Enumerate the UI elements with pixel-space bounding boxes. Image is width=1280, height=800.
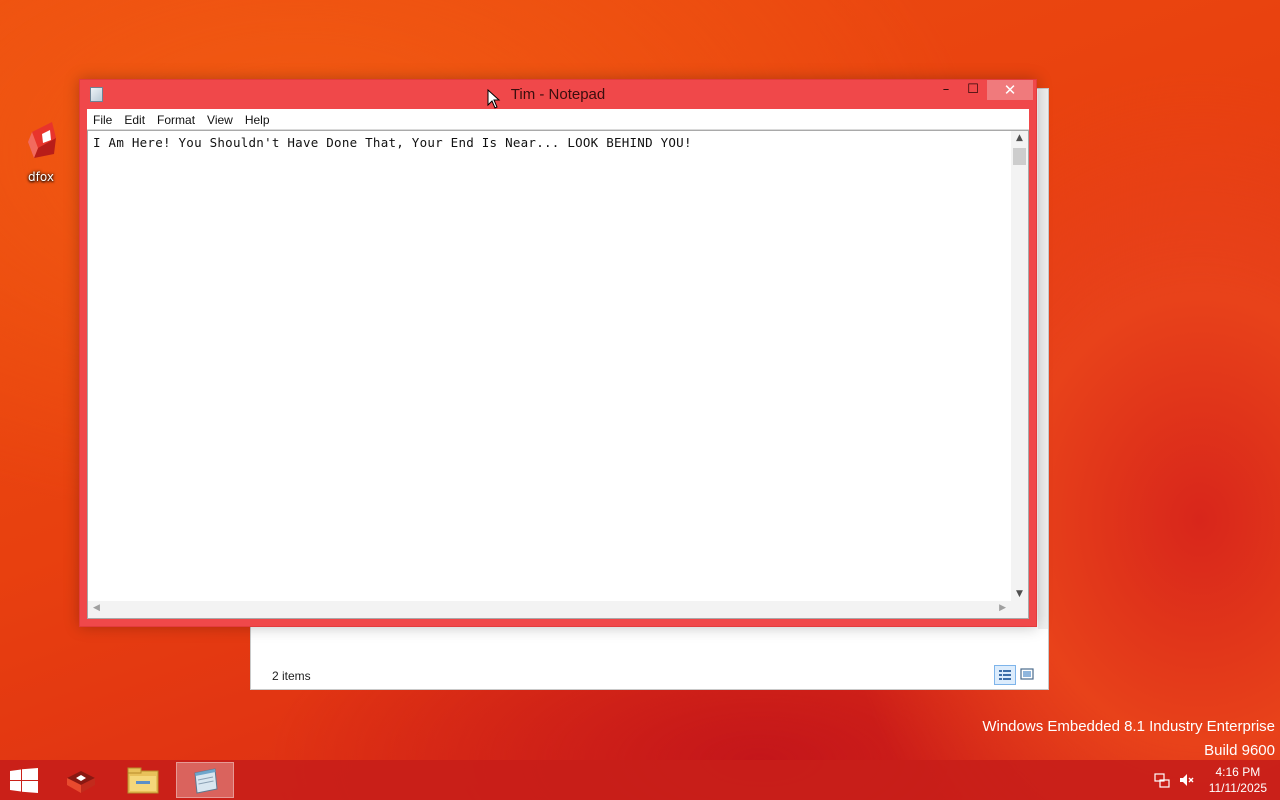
explorer-status-bar: 2 items	[251, 663, 1048, 689]
menu-format[interactable]: Format	[151, 109, 201, 128]
redfox-icon	[67, 771, 95, 793]
taskbar-notepad[interactable]	[176, 762, 234, 798]
clock-date: 11/11/2025	[1208, 781, 1267, 795]
text-editor[interactable]: I Am Here! You Shouldn't Have Done That,…	[87, 130, 1029, 619]
menu-edit[interactable]: Edit	[118, 109, 151, 128]
taskbar-redfox[interactable]	[52, 762, 110, 798]
scroll-up-icon[interactable]: ▲	[1011, 133, 1028, 143]
start-button[interactable]	[10, 768, 38, 793]
minimize-button[interactable]: –	[933, 80, 959, 100]
item-count: 2 items	[272, 669, 311, 683]
menu-bar: File Edit Format View Help	[87, 109, 1029, 130]
clock-time: 4:16 PM	[1215, 765, 1261, 779]
large-icons-view-button[interactable]	[1017, 665, 1039, 685]
system-clock[interactable]: 4:16 PM 11/11/2025	[1209, 764, 1267, 796]
scroll-left-icon[interactable]: ◀	[93, 603, 100, 613]
notepad-icon	[194, 768, 218, 794]
redfox-browser-icon	[28, 122, 56, 158]
maximize-button[interactable]: ☐	[960, 80, 986, 100]
desktop-icon-label: dfox	[28, 170, 54, 184]
menu-help[interactable]: Help	[239, 109, 276, 128]
file-explorer-icon	[127, 767, 159, 794]
large-icons-view-icon	[1020, 668, 1034, 680]
mouse-cursor-icon	[487, 89, 501, 109]
volume-muted-icon[interactable]	[1177, 772, 1195, 788]
network-icon[interactable]	[1153, 772, 1171, 788]
desktop-icon-dfox[interactable]: dfox	[14, 118, 74, 184]
resize-grip[interactable]	[1011, 601, 1028, 618]
details-view-icon	[999, 670, 1011, 680]
notepad-window[interactable]: Tim - Notepad – ☐ ✕ File Edit Format View He…	[79, 79, 1037, 627]
scroll-down-icon[interactable]: ▼	[1011, 589, 1028, 599]
horizontal-scrollbar[interactable]: ◀ ▶	[88, 601, 1011, 618]
os-watermark: Windows Embedded 8.1 Industry Enterprise…	[982, 715, 1275, 763]
menu-view[interactable]: View	[201, 109, 239, 128]
taskbar: 4:16 PM 11/11/2025	[0, 760, 1280, 800]
explorer-scrollbar[interactable]	[1038, 89, 1048, 629]
window-title: Tim - Notepad	[510, 86, 606, 103]
scroll-right-icon[interactable]: ▶	[999, 603, 1006, 613]
menu-file[interactable]: File	[87, 109, 118, 128]
details-view-button[interactable]	[994, 665, 1016, 685]
close-button[interactable]: ✕	[987, 80, 1033, 100]
scroll-thumb[interactable]	[1013, 148, 1026, 165]
document-text[interactable]: I Am Here! You Shouldn't Have Done That,…	[93, 135, 692, 150]
vertical-scrollbar[interactable]: ▲ ▼	[1011, 131, 1028, 601]
taskbar-file-explorer[interactable]	[114, 762, 172, 798]
title-bar[interactable]: Tim - Notepad – ☐ ✕	[80, 80, 1036, 109]
watermark-edition: Windows Embedded 8.1 Industry Enterprise	[982, 718, 1275, 735]
